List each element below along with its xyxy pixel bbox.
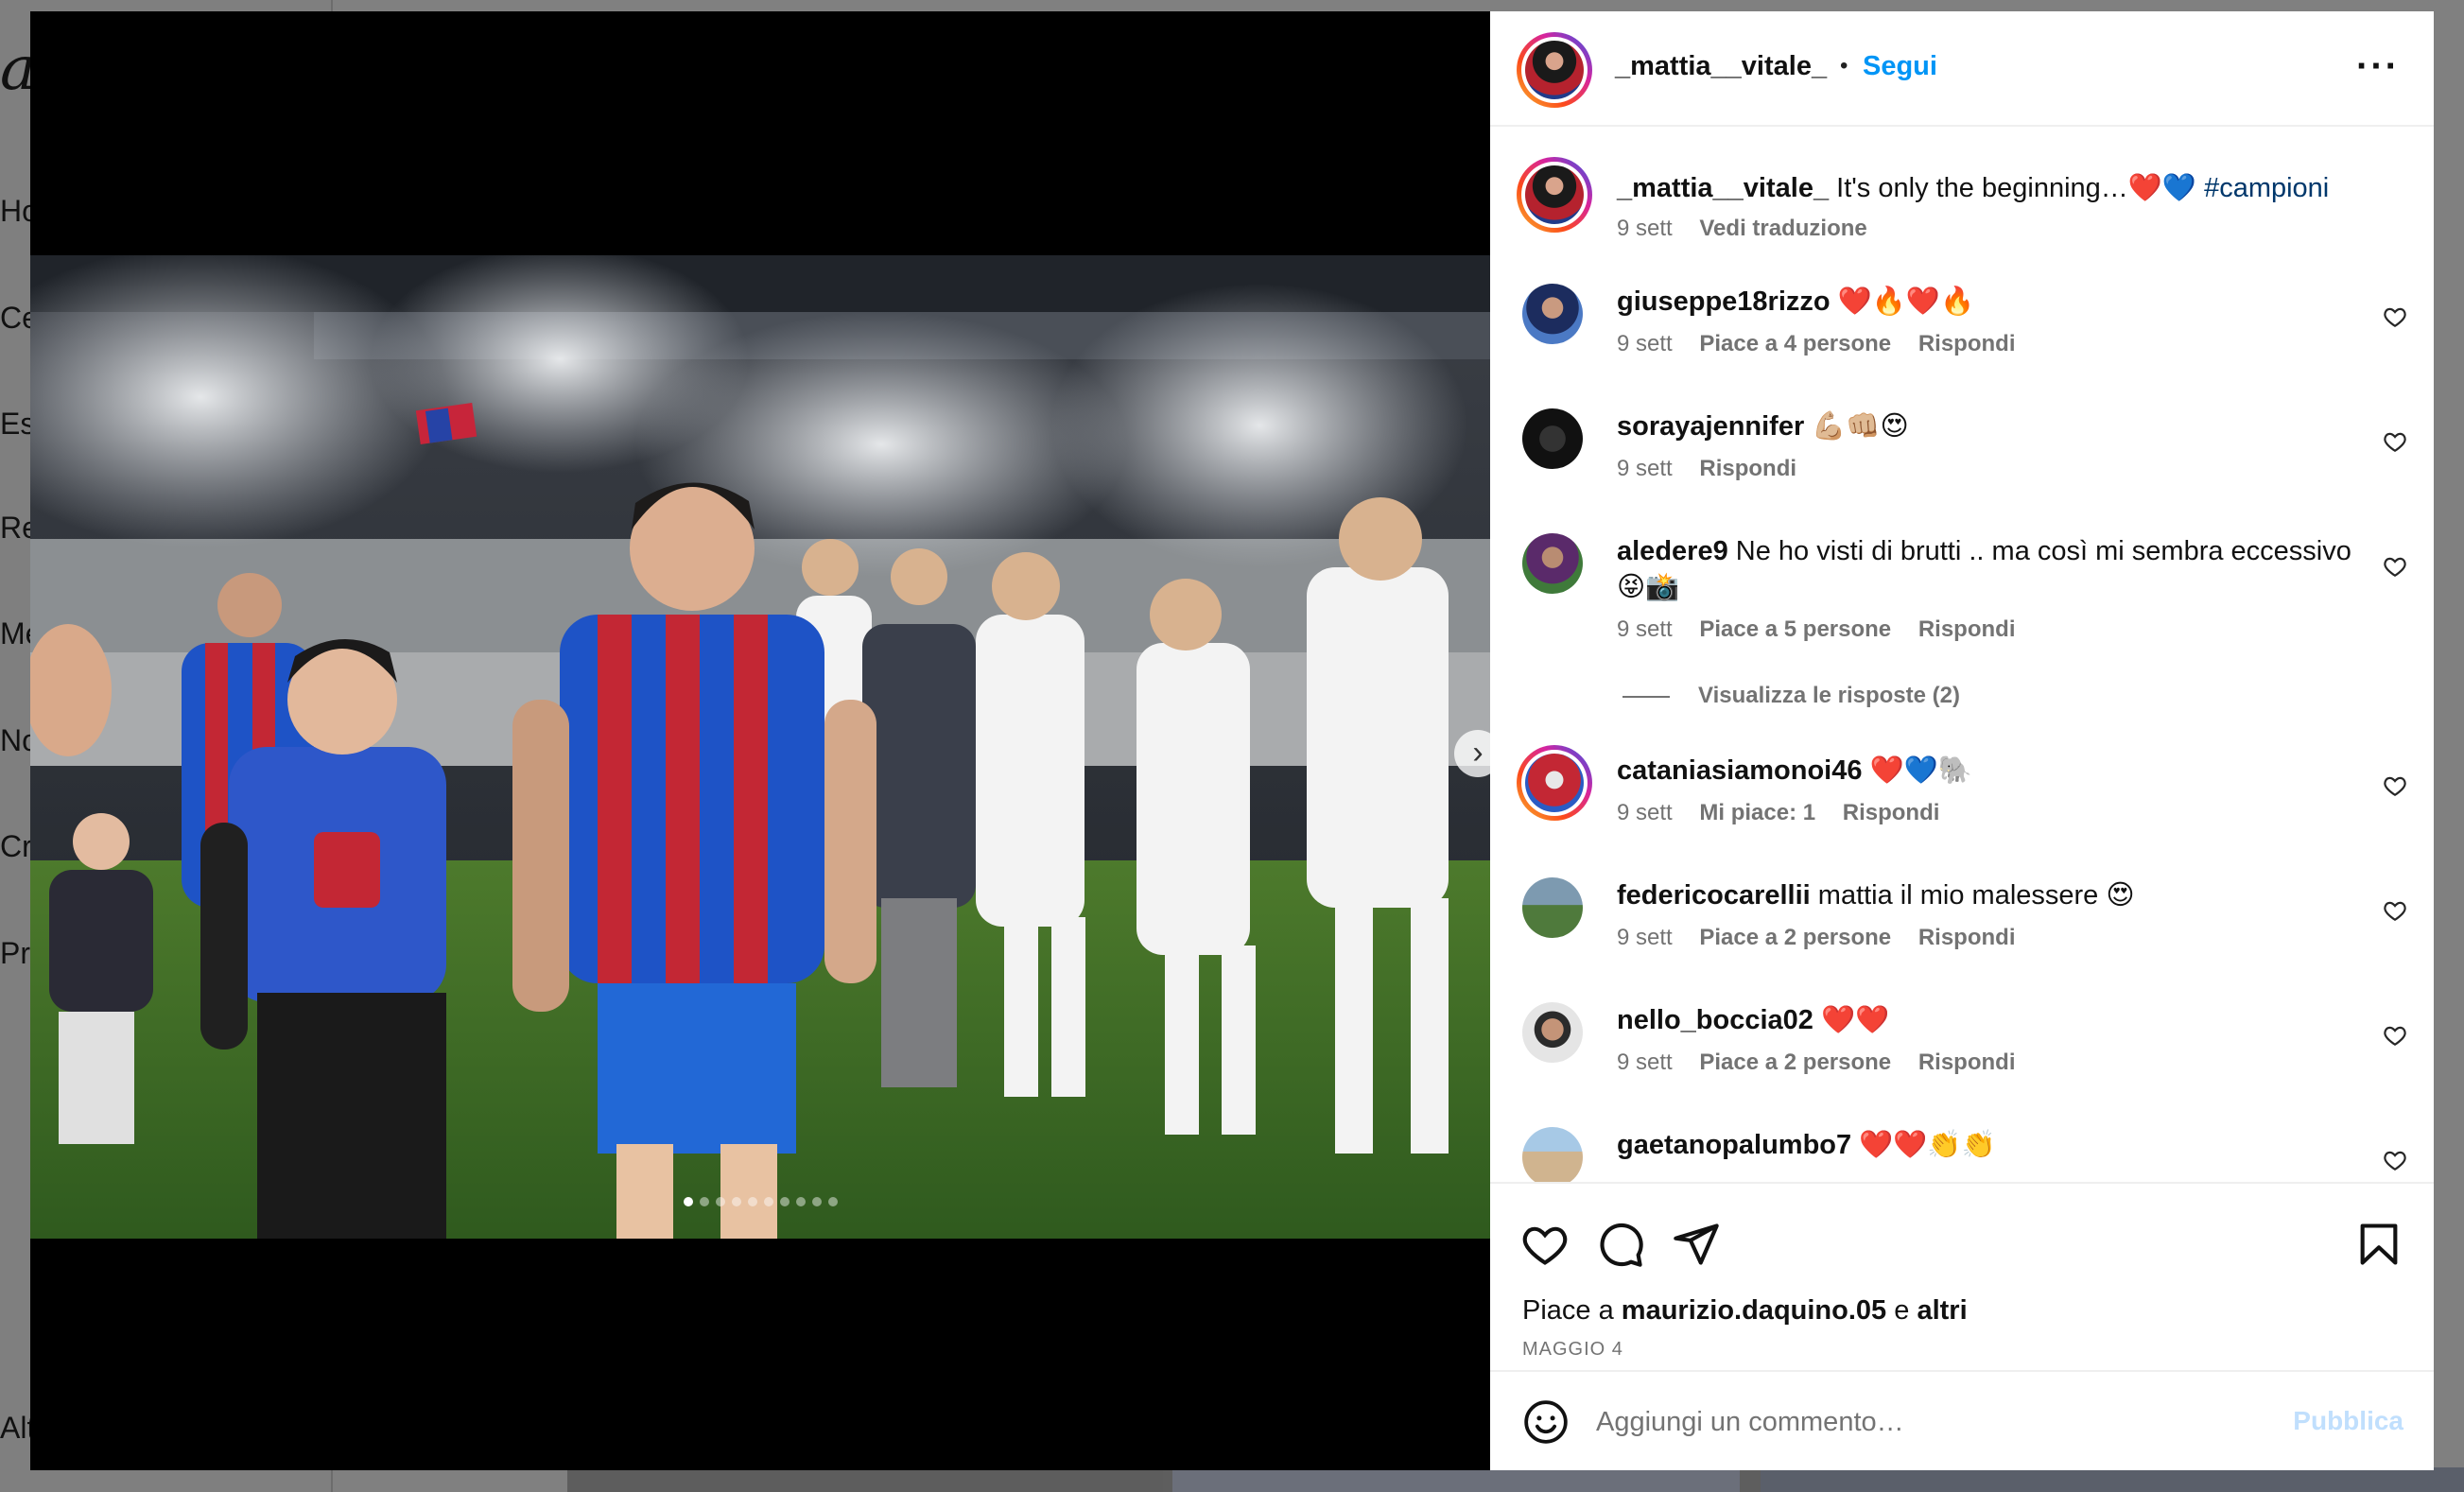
comment-avatar[interactable]: [1522, 877, 1583, 938]
comment-username[interactable]: nello_boccia02: [1617, 1005, 1813, 1035]
reply-button[interactable]: Rispondi: [1918, 1050, 2016, 1075]
chevron-right-icon: ›: [1472, 735, 1484, 771]
follow-button[interactable]: Segui: [1863, 51, 1937, 82]
caption-time[interactable]: 9 sett: [1617, 216, 1673, 241]
comment-username[interactable]: sorayajennifer: [1617, 411, 1804, 442]
comment-username[interactable]: aledere9: [1617, 536, 1728, 566]
comment-like-icon[interactable]: [2383, 1023, 2407, 1048]
carousel-dot: [715, 1197, 725, 1206]
comment-like-icon[interactable]: [2383, 1148, 2407, 1172]
carousel-dot: [763, 1197, 773, 1206]
comment-avatar[interactable]: [1522, 533, 1583, 594]
author-avatar[interactable]: [1517, 32, 1592, 108]
comments-list[interactable]: _mattia__vitale_ It's only the beginning…: [1490, 129, 2434, 1195]
likes-conjunction: e: [1894, 1295, 1910, 1326]
comment-text: ❤️❤️: [1821, 1005, 1890, 1035]
reply-button[interactable]: Rispondi: [1699, 456, 1796, 481]
comment-like-icon[interactable]: [2383, 898, 2407, 923]
comment-text: mattia il mio malessere 😍: [1817, 880, 2135, 911]
emoji-icon[interactable]: [1522, 1398, 1570, 1446]
publish-button[interactable]: Pubblica: [2293, 1406, 2403, 1436]
carousel-indicator: [30, 1197, 1490, 1206]
bookmark-icon[interactable]: [2354, 1220, 2403, 1269]
comment-likes[interactable]: Piace a 2 persone: [1699, 925, 1891, 950]
likes-user[interactable]: maurizio.daquino.05: [1622, 1295, 1886, 1326]
caption-text: It's only the beginning…❤️💙: [1836, 173, 2196, 203]
comment-time[interactable]: 9 sett: [1617, 456, 1673, 481]
reply-button[interactable]: Rispondi: [1918, 331, 2016, 356]
carousel-dot: [683, 1197, 693, 1206]
post-detail-panel: _mattia__vitale_ • Segui ··· _mattia__vi…: [1490, 11, 2434, 1470]
more-horizontal-icon: ···: [2356, 45, 2400, 87]
carousel-dot: [779, 1197, 790, 1206]
carousel-dot: [731, 1197, 741, 1206]
likes-summary: Piace a maurizio.daquino.05 e altri: [1522, 1295, 1968, 1327]
comment-likes[interactable]: Piace a 2 persone: [1699, 1050, 1891, 1075]
comment-time[interactable]: 9 sett: [1617, 800, 1673, 825]
view-replies-button[interactable]: Visualizza le risposte (2): [1622, 683, 1960, 709]
comment-text: ❤️🔥❤️🔥: [1837, 286, 1975, 317]
comment-username[interactable]: federicocarellii: [1617, 880, 1811, 911]
comment-avatar[interactable]: [1517, 745, 1592, 821]
separator-dot: •: [1840, 53, 1848, 78]
comment-likes[interactable]: Mi piace: 1: [1699, 800, 1815, 825]
post-media[interactable]: ›: [30, 11, 1501, 1470]
caption-username[interactable]: _mattia__vitale_: [1617, 173, 1829, 203]
post-header: _mattia__vitale_ • Segui ···: [1490, 11, 2434, 127]
post-photo: [30, 255, 1490, 1239]
stadium-photo-illustration: [30, 255, 1490, 1239]
more-options-button[interactable]: ···: [2356, 45, 2400, 88]
comment-like-icon[interactable]: [2383, 554, 2407, 579]
comment-likes[interactable]: Piace a 4 persone: [1699, 331, 1891, 356]
caption-author-avatar[interactable]: [1517, 157, 1592, 233]
carousel-dot: [795, 1197, 806, 1206]
comment-time[interactable]: 9 sett: [1617, 616, 1673, 642]
post-actions: Piace a maurizio.daquino.05 e altri MAGG…: [1490, 1182, 2434, 1380]
comment-text: ❤️💙🐘: [1869, 755, 1972, 786]
caption-meta: 9 sett Vedi traduzione: [1617, 216, 1888, 242]
comment-username[interactable]: gaetanopalumbo7: [1617, 1130, 1851, 1160]
heart-icon[interactable]: [1520, 1220, 1570, 1269]
comment-input[interactable]: [1596, 1397, 2258, 1448]
comment-avatar[interactable]: [1522, 1002, 1583, 1063]
comment-text: ❤️❤️👏👏: [1859, 1130, 1996, 1160]
carousel-dot: [747, 1197, 757, 1206]
carousel-dot: [699, 1197, 709, 1206]
author-username[interactable]: _mattia__vitale_: [1615, 51, 1827, 82]
comment-time[interactable]: 9 sett: [1617, 1050, 1673, 1075]
reply-button[interactable]: Rispondi: [1843, 800, 1940, 825]
likes-prefix: Piace a: [1522, 1295, 1614, 1326]
comment-username[interactable]: cataniasiamonoi46: [1617, 755, 1863, 786]
comment-like-icon[interactable]: [2383, 304, 2407, 329]
comment-username[interactable]: giuseppe18rizzo: [1617, 286, 1831, 317]
reply-button[interactable]: Rispondi: [1918, 925, 2016, 950]
translate-link[interactable]: Vedi traduzione: [1699, 216, 1866, 241]
send-icon[interactable]: [1672, 1220, 1721, 1269]
carousel-dot: [811, 1197, 822, 1206]
comment-text: 💪🏼👊🏼😍: [1812, 411, 1909, 442]
comment-like-icon[interactable]: [2383, 773, 2407, 798]
comment-likes[interactable]: Piace a 5 persone: [1699, 616, 1891, 642]
comment-avatar[interactable]: [1522, 284, 1583, 344]
comment-icon[interactable]: [1596, 1220, 1645, 1269]
comment-avatar[interactable]: [1522, 1127, 1583, 1188]
carousel-dot: [827, 1197, 838, 1206]
post-date[interactable]: MAGGIO 4: [1522, 1339, 1623, 1361]
comment-avatar[interactable]: [1522, 408, 1583, 469]
caption-hashtag[interactable]: #campioni: [2204, 173, 2329, 203]
comment-like-icon[interactable]: [2383, 429, 2407, 454]
reply-button[interactable]: Rispondi: [1918, 616, 2016, 642]
comment-time[interactable]: 9 sett: [1617, 925, 1673, 950]
comment-composer: Pubblica: [1490, 1370, 2434, 1470]
background-thumbnails: [567, 1467, 2464, 1492]
likes-others[interactable]: altri: [1917, 1295, 1967, 1326]
comment-time[interactable]: 9 sett: [1617, 331, 1673, 356]
